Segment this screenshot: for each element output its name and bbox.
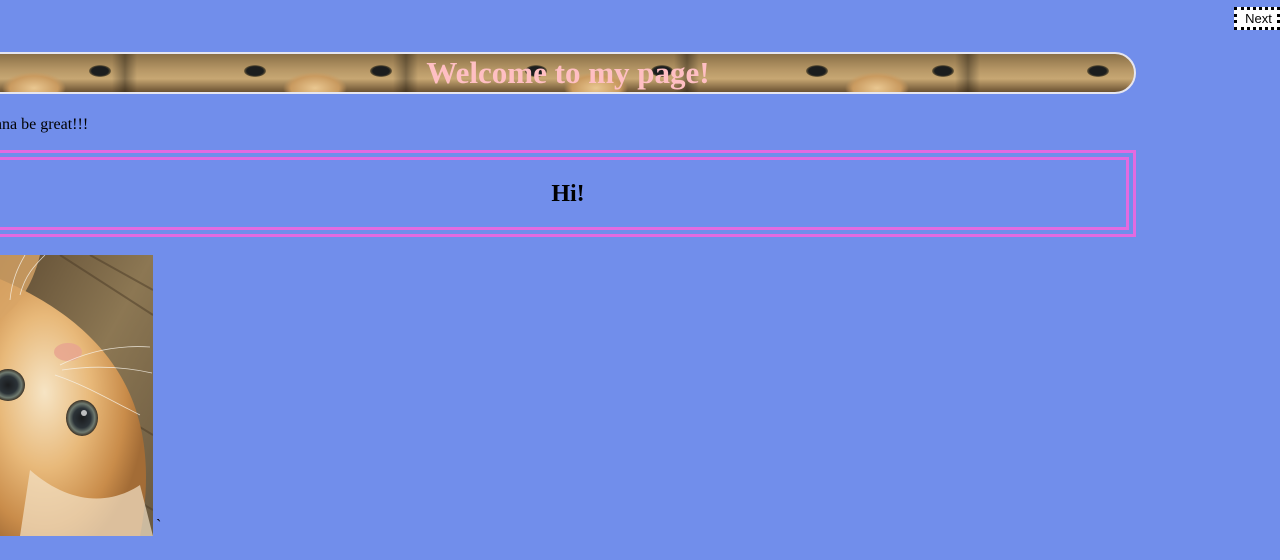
kitten-photo [0, 255, 153, 536]
next-button[interactable]: Next [1234, 7, 1280, 30]
greeting-box: Hi! [0, 150, 1136, 237]
banner-title: Welcome to my page! [426, 55, 710, 90]
intro-text: nna be great!!! [0, 116, 89, 133]
greeting-title: Hi! [551, 181, 585, 207]
page: Next Welcome to my page! nna be great!!!… [0, 0, 1280, 560]
welcome-banner: Welcome to my page! [0, 52, 1136, 94]
stray-character: ` [156, 517, 162, 534]
